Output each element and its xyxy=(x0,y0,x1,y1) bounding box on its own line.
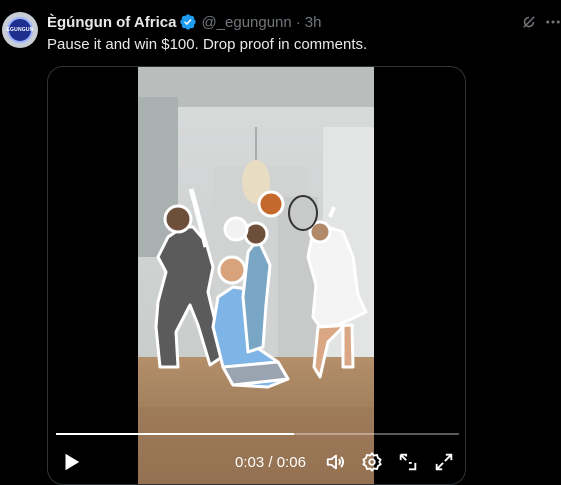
video-controls: 0:03 / 0:06 xyxy=(48,445,465,479)
video-timecode: 0:03 / 0:06 xyxy=(235,454,306,471)
video-current-time: 0:03 xyxy=(235,454,265,471)
video-player[interactable]: 0:03 / 0:06 xyxy=(47,66,466,485)
settings-icon[interactable] xyxy=(361,451,383,473)
verified-badge-icon[interactable] xyxy=(179,13,197,31)
author-name[interactable]: Ègúngun of Africa xyxy=(47,14,176,31)
avatar-logo: EGUNGUN xyxy=(7,17,33,43)
author-avatar[interactable]: EGUNGUN xyxy=(2,12,38,48)
header-separator: · xyxy=(295,13,301,31)
author-handle[interactable]: @_egungunn xyxy=(201,14,291,31)
avatar-logo-text: EGUNGUN xyxy=(6,27,34,33)
picture-in-picture-icon[interactable] xyxy=(397,451,419,473)
fullscreen-icon[interactable] xyxy=(433,451,455,473)
video-time-separator: / xyxy=(264,454,277,471)
tweet-time[interactable]: 3h xyxy=(305,14,322,31)
more-icon[interactable] xyxy=(544,13,561,31)
grok-icon[interactable] xyxy=(520,13,538,31)
volume-icon[interactable] xyxy=(325,451,347,473)
tweet-header: Ègúngun of Africa @_egungunn · 3h xyxy=(47,12,321,32)
video-progress-fill xyxy=(56,433,294,435)
video-progress-bar[interactable] xyxy=(56,433,459,435)
video-frame[interactable] xyxy=(138,67,374,484)
play-icon[interactable] xyxy=(60,451,82,473)
tweet-text: Pause it and win $100. Drop proof in com… xyxy=(47,36,368,53)
video-duration: 0:06 xyxy=(276,454,306,471)
